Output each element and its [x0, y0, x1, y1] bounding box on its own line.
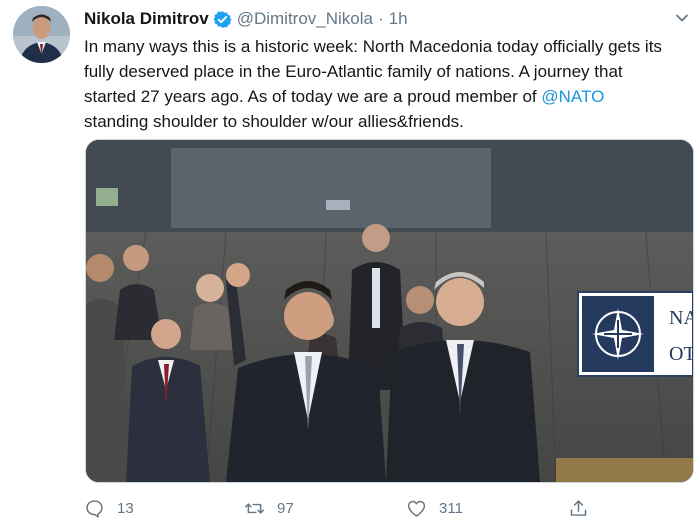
share-button[interactable]: [568, 495, 589, 521]
tweet-text-line: started 27 years ago. As of today we are…: [84, 84, 694, 109]
tweet-photo[interactable]: NA OT: [85, 139, 694, 483]
nato-sign: NA OT: [577, 291, 693, 377]
verified-badge-icon: [213, 10, 232, 29]
retweet-count: 97: [277, 499, 294, 517]
tweet-header: Nikola Dimitrov @Dimitrov_Nikola · 1h: [84, 8, 408, 30]
like-icon: [407, 500, 426, 517]
reply-button[interactable]: 13: [84, 495, 134, 521]
author-handle[interactable]: @Dimitrov_Nikola: [237, 9, 373, 29]
avatar[interactable]: [13, 6, 70, 63]
tweet-text: In many ways this is a historic week: No…: [84, 34, 694, 134]
svg-text:NA: NA: [669, 307, 693, 329]
chevron-down-icon[interactable]: [672, 8, 692, 28]
like-button[interactable]: 311: [406, 495, 463, 521]
tweet-timestamp[interactable]: 1h: [389, 9, 408, 29]
share-icon: [570, 499, 587, 516]
tweet-actions: 13 97 311: [84, 495, 604, 521]
avatar-image: [13, 6, 70, 63]
tweet-text-line: In many ways this is a historic week: No…: [84, 37, 662, 56]
retweet-icon: [245, 502, 264, 514]
photo-scene: NA OT: [86, 140, 693, 482]
author-name[interactable]: Nikola Dimitrov: [84, 9, 209, 29]
reply-count: 13: [117, 499, 134, 517]
retweet-button[interactable]: 97: [244, 495, 294, 521]
header-separator: ·: [378, 9, 384, 28]
mention-link[interactable]: @NATO: [541, 87, 604, 106]
tweet-text-segment: started 27 years ago. As of today we are…: [84, 87, 542, 106]
like-count: 311: [439, 499, 463, 517]
svg-text:OT: OT: [669, 343, 693, 365]
reply-icon: [86, 499, 103, 518]
tweet-text-line: fully deserved place in the Euro-Atlanti…: [84, 62, 623, 81]
tweet-card[interactable]: Nikola Dimitrov @Dimitrov_Nikola · 1h In…: [0, 0, 700, 529]
tweet-text-line: standing shoulder to shoulder w/our alli…: [84, 112, 464, 131]
